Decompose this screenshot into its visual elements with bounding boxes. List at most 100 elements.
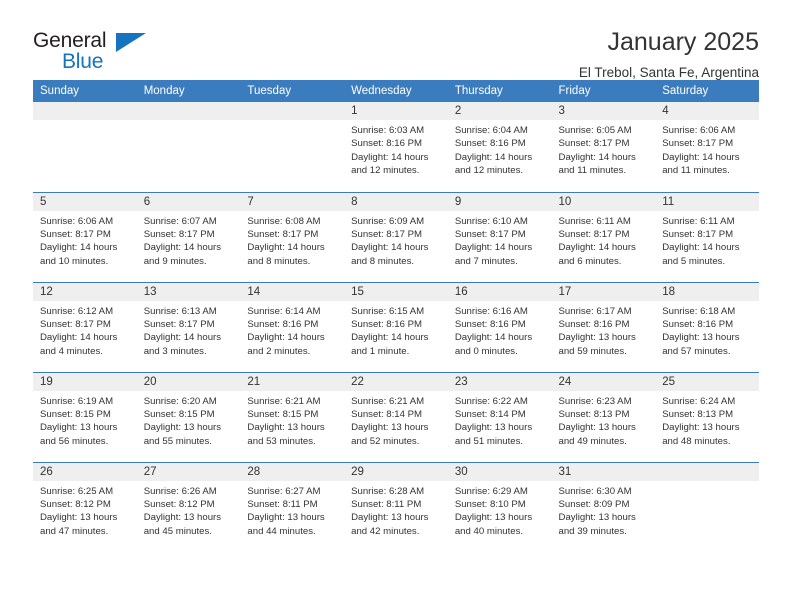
calendar-day-cell[interactable]: 16 Sunrise: 6:16 AM Sunset: 8:16 PM Dayligh… [447,281,552,372]
day-details: Sunrise: 6:27 AM Sunset: 8:11 PM Daylight:… [240,481,344,539]
daylight-text-cont: and 9 minutes. [143,255,207,267]
calendar-day-cell[interactable]: 25 Sunrise: 6:24 AM Sunset: 8:13 PM Dayligh… [655,371,759,462]
calendar-day-cell[interactable]: 19 Sunrise: 6:19 AM Sunset: 8:15 PM Dayligh… [33,371,137,462]
calendar-day-cell[interactable]: 2 Sunrise: 6:04 AM Sunset: 8:16 PM Daylight… [447,102,552,192]
calendar-week-row: 19 Sunrise: 6:19 AM Sunset: 8:15 PM Dayligh… [33,371,759,462]
daylight-text-cont: and 0 minutes. [454,345,518,357]
calendar-day-cell[interactable]: 18 Sunrise: 6:18 AM Sunset: 8:16 PM Dayligh… [655,281,759,372]
weekday-header-sunday: Sunday [33,80,137,102]
sunrise-text: Sunrise: 6:05 AM [558,125,632,136]
day-details [655,481,759,485]
daylight-text-cont: and 2 minutes. [247,345,311,357]
calendar-day-cell[interactable]: 30 Sunrise: 6:29 AM Sunset: 8:10 PM Dayligh… [447,461,552,552]
calendar-day-cell[interactable]: 23 Sunrise: 6:22 AM Sunset: 8:14 PM Dayligh… [447,371,552,462]
sunrise-text: Sunrise: 6:09 AM [351,215,425,227]
day-details: Sunrise: 6:11 AM Sunset: 8:17 PM Daylight:… [655,211,759,269]
calendar-day-cell[interactable]: 28 Sunrise: 6:27 AM Sunset: 8:11 PM Dayligh… [240,461,345,552]
calendar-day-cell[interactable]: 11 Sunrise: 6:11 AM Sunset: 8:17 PM Dayligh… [655,191,759,282]
calendar-day-cell[interactable]: 6 Sunrise: 6:07 AM Sunset: 8:17 PM Daylight… [136,191,241,282]
daylight-text-cont: and 3 minutes. [143,345,207,357]
day-number: 20 [136,372,241,391]
calendar-day-cell[interactable]: 12 Sunrise: 6:12 AM Sunset: 8:17 PM Dayligh… [33,281,137,372]
sunrise-text: Sunrise: 6:21 AM [247,395,321,407]
daylight-text-cont: and 51 minutes. [454,435,524,447]
sunrise-text: Sunrise: 6:28 AM [351,485,425,497]
daylight-text-cont: and 1 minute. [351,345,410,357]
calendar-day-cell[interactable]: 5 Sunrise: 6:06 AM Sunset: 8:17 PM Daylight… [33,191,137,282]
day-number: 17 [551,282,656,301]
weekday-header-thursday: Thursday [447,80,552,102]
daylight-text: Daylight: 13 hours [558,422,636,434]
day-details: Sunrise: 6:29 AM Sunset: 8:10 PM Daylight:… [448,481,552,539]
brand-logo[interactable]: General Blue [33,26,163,82]
calendar-day-cell[interactable]: 4 Sunrise: 6:06 AM Sunset: 8:17 PM Daylight… [655,102,759,192]
calendar-day-cell[interactable]: 27 Sunrise: 6:26 AM Sunset: 8:12 PM Dayligh… [136,461,241,552]
page-header: General Blue January 2025 El Trebol, San… [33,0,759,80]
daylight-text-cont: and 59 minutes. [558,345,627,357]
sunset-text: Sunset: 8:17 PM [558,138,630,150]
calendar-day-cell[interactable]: 31 Sunrise: 6:30 AM Sunset: 8:09 PM Dayligh… [551,461,656,552]
calendar-day-cell[interactable]: 14 Sunrise: 6:14 AM Sunset: 8:16 PM Dayligh… [240,281,345,372]
calendar-day-cell[interactable]: 29 Sunrise: 6:28 AM Sunset: 8:11 PM Dayligh… [344,461,448,552]
daylight-text: Daylight: 13 hours [662,332,740,344]
daylight-text-cont: and 8 minutes. [351,255,415,267]
daylight-text-cont: and 6 minutes. [558,255,622,267]
daylight-text-cont: and 12 minutes. [454,165,524,177]
sunrise-text: Sunrise: 6:23 AM [558,395,632,407]
daylight-text: Daylight: 13 hours [247,422,325,434]
day-details: Sunrise: 6:22 AM Sunset: 8:14 PM Daylight:… [448,391,552,449]
calendar-day-cell[interactable]: 10 Sunrise: 6:11 AM Sunset: 8:17 PM Dayligh… [551,191,656,282]
calendar-day-cell[interactable]: 13 Sunrise: 6:13 AM Sunset: 8:17 PM Dayligh… [136,281,241,372]
calendar-day-cell[interactable]: 7 Sunrise: 6:08 AM Sunset: 8:17 PM Daylight… [240,191,345,282]
daylight-text-cont: and 5 minutes. [662,255,726,267]
page-title: January 2025 [607,28,759,56]
daylight-text: Daylight: 14 hours [662,151,740,163]
calendar-day-cell[interactable]: 21 Sunrise: 6:21 AM Sunset: 8:15 PM Dayligh… [240,371,345,462]
sunset-text: Sunset: 8:10 PM [454,498,526,510]
day-details: Sunrise: 6:18 AM Sunset: 8:16 PM Daylight:… [655,301,759,359]
sunset-text: Sunset: 8:16 PM [558,318,630,330]
sunset-text: Sunset: 8:16 PM [454,138,526,150]
sunset-text: Sunset: 8:16 PM [351,138,423,150]
calendar-day-cell[interactable]: 24 Sunrise: 6:23 AM Sunset: 8:13 PM Dayligh… [551,371,656,462]
daylight-text: Daylight: 13 hours [143,422,222,434]
day-details: Sunrise: 6:16 AM Sunset: 8:16 PM Daylight:… [448,301,552,359]
calendar-day-cell-empty [136,102,241,192]
sunset-text: Sunset: 8:17 PM [40,228,111,240]
day-number: 21 [240,372,345,391]
calendar-day-cell[interactable]: 9 Sunrise: 6:10 AM Sunset: 8:17 PM Daylight… [447,191,552,282]
day-details: Sunrise: 6:08 AM Sunset: 8:17 PM Daylight:… [240,211,344,269]
daylight-text: Daylight: 14 hours [351,242,429,254]
sunrise-text: Sunrise: 6:11 AM [662,215,735,227]
sunrise-text: Sunrise: 6:12 AM [40,305,114,317]
daylight-text-cont: and 55 minutes. [143,435,212,447]
day-number: 8 [344,192,448,211]
calendar-day-cell[interactable]: 1 Sunrise: 6:03 AM Sunset: 8:16 PM Daylight… [344,102,448,192]
day-details: Sunrise: 6:07 AM Sunset: 8:17 PM Daylight:… [137,211,241,269]
sunset-text: Sunset: 8:15 PM [40,408,111,420]
sunset-text: Sunset: 8:16 PM [351,318,423,330]
calendar-day-cell[interactable]: 3 Sunrise: 6:05 AM Sunset: 8:17 PM Daylight… [551,102,656,192]
calendar-day-cell[interactable]: 15 Sunrise: 6:15 AM Sunset: 8:16 PM Dayligh… [344,281,448,372]
calendar-day-cell[interactable]: 20 Sunrise: 6:20 AM Sunset: 8:15 PM Dayligh… [136,371,241,462]
calendar-day-cell[interactable]: 17 Sunrise: 6:17 AM Sunset: 8:16 PM Dayligh… [551,281,656,372]
day-number: 15 [344,282,448,301]
day-number: 29 [344,462,448,481]
sunset-text: Sunset: 8:13 PM [662,408,734,420]
weekday-header-row: Sunday Monday Tuesday Wednesday Thursday… [33,80,759,102]
daylight-text-cont: and 10 minutes. [40,255,109,267]
daylight-text: Daylight: 14 hours [247,242,325,254]
sunrise-text: Sunrise: 6:22 AM [454,395,528,407]
daylight-text-cont: and 11 minutes. [558,165,627,177]
calendar-week-row: 12 Sunrise: 6:12 AM Sunset: 8:17 PM Dayligh… [33,281,759,372]
calendar-day-cell[interactable]: 8 Sunrise: 6:09 AM Sunset: 8:17 PM Daylight… [344,191,448,282]
daylight-text-cont: and 57 minutes. [662,345,731,357]
calendar-week-row: 26 Sunrise: 6:25 AM Sunset: 8:12 PM Dayligh… [33,461,759,552]
daylight-text: Daylight: 14 hours [558,151,636,163]
daylight-text-cont: and 56 minutes. [40,435,109,447]
calendar-day-cell[interactable]: 26 Sunrise: 6:25 AM Sunset: 8:12 PM Dayligh… [33,461,137,552]
sunrise-text: Sunrise: 6:07 AM [143,215,217,227]
calendar-day-cell[interactable]: 22 Sunrise: 6:21 AM Sunset: 8:14 PM Dayligh… [344,371,448,462]
sunrise-text: Sunrise: 6:17 AM [558,305,632,317]
daylight-text: Daylight: 14 hours [143,332,222,344]
